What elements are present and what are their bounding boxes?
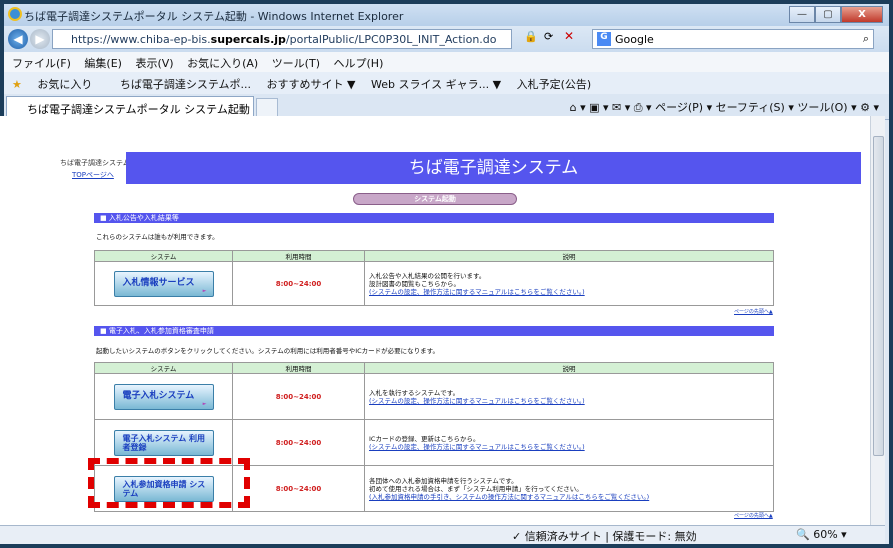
manual-link[interactable]: (システムの設定、操作方法に関するマニュアルはこちらをご覧ください。) (369, 288, 585, 296)
section-note-public: これらのシステムは誰もが利用できます。 (96, 233, 219, 241)
url-path: /portalPublic/LPC0P30L_INIT_Action.do (285, 33, 497, 46)
description-cell: 入札公告や入札結果の公開を行います。 設計図書の閲覧もこちらから。 (システムの設定… (364, 261, 774, 306)
fav-item-chiba[interactable]: ちば電子調達システムポ... (120, 78, 251, 91)
ebid-system-button[interactable]: 電子入札システム ► (113, 383, 214, 410)
new-tab-button[interactable] (256, 98, 278, 118)
page-top-link[interactable]: ページの先頭へ▲ (734, 308, 773, 315)
desc-line: 入札公告や入札結果の公開を行います。 (369, 271, 486, 280)
col-hours: 利用時間 (232, 362, 365, 374)
title-bar: ちば電子調達システムポータル システム起動 - Windows Internet… (4, 4, 889, 26)
desc-line: 初めて使用される場合は、まず「システム利用申請」を行ってください。 (369, 484, 583, 493)
menu-favorites[interactable]: お気に入り(A) (187, 57, 258, 70)
forward-button[interactable]: ▶ (30, 29, 50, 49)
command-labels: ページ(P) ▾ セーフティ(S) ▾ ツール(O) ▾ (655, 101, 857, 114)
menu-bar: ファイル(F) 編集(E) 表示(V) お気に入り(A) ツール(T) ヘルプ(… (4, 52, 889, 72)
highlight-annotation (88, 458, 250, 508)
desc-line: ICカードの登録、更新はこちらから。 (369, 434, 480, 443)
favorites-button[interactable]: ★ お気に入り (12, 78, 104, 91)
window-title: ちば電子調達システムポータル システム起動 - Windows Internet… (24, 10, 404, 23)
menu-tools[interactable]: ツール(T) (272, 57, 320, 70)
fav-item-webslice[interactable]: Web スライス ギャラ... ▼ (371, 78, 501, 91)
table-row: 電子入札システム ► 8:00~24:00 入札を執行するシステムです。 (システム… (94, 373, 774, 420)
col-description: 説明 (364, 362, 774, 374)
col-system: システム (94, 362, 233, 374)
page-title: システム起動 (353, 193, 517, 205)
search-input[interactable]: G Google ⌕ (592, 29, 874, 49)
hours-cell: 8:00~24:00 (232, 261, 365, 306)
refresh-icon[interactable]: ⟳ (544, 30, 553, 43)
manual-link[interactable]: (システムの設定、操作方法に関するマニュアルはこちらをご覧ください。) (369, 397, 585, 405)
col-system: システム (94, 250, 233, 262)
tab-current[interactable]: ちば電子調達システムポータル システム起動 (6, 96, 254, 118)
search-engine-label: Google (615, 33, 654, 46)
menu-edit[interactable]: 編集(E) (84, 57, 122, 70)
public-systems-table: システム 利用時間 説明 入札情報サービス ► 8:00~24:00 入札公告や入札結… (94, 250, 774, 306)
status-bar: ✓ 信頼済みサイト | 保護モード: 無効 🔍 60% ▾ (0, 525, 885, 544)
page-top-link-2[interactable]: ページの先頭へ▲ (734, 512, 773, 519)
url-prefix: https://www.chiba-ep-bis. (71, 33, 211, 46)
description-cell: 入札を執行するシステムです。 (システムの設定、操作方法に関するマニュアルはこちら… (364, 373, 774, 420)
favorites-label: お気に入り (37, 78, 93, 91)
site-logo: ちば電子調達システム (60, 159, 130, 167)
section-note-ebid: 起動したいシステムのボタンをクリックしてください。システムの利用には利用者番号や… (96, 347, 440, 355)
desc-line: 各団体への入札参加資格申請を行うシステムです。 (369, 476, 518, 485)
description-cell: 各団体への入札参加資格申請を行うシステムです。 初めて使用される場合は、まず「シス… (364, 465, 774, 512)
menu-view[interactable]: 表示(V) (135, 57, 173, 70)
fav-item-bid-schedule[interactable]: 入札予定(公告) (517, 78, 592, 91)
hours-cell: 8:00~24:00 (232, 419, 365, 466)
page-banner: ちば電子調達システム (126, 152, 861, 184)
desc-line: 設計図書の閲覧もこちらから。 (369, 279, 460, 288)
section-heading-ebid: ■ 電子入札、入札参加資格審査申請 (94, 326, 774, 336)
scroll-thumb[interactable] (873, 136, 884, 456)
close-button[interactable]: X (841, 6, 883, 23)
button-arrow: ► (202, 400, 207, 407)
col-hours: 利用時間 (232, 250, 365, 262)
button-label: 入札情報サービス (122, 277, 195, 288)
zoom-control[interactable]: 🔍 60% ▾ (796, 528, 847, 541)
hours-cell: 8:00~24:00 (232, 465, 365, 512)
fav-item-suggested[interactable]: おすすめサイト ▼ (267, 78, 356, 91)
menu-file[interactable]: ファイル(F) (12, 57, 71, 70)
ie-icon (8, 7, 22, 21)
google-icon: G (597, 32, 611, 46)
stop-icon[interactable]: ✕ (564, 29, 574, 43)
bid-info-service-button[interactable]: 入札情報サービス ► (113, 270, 214, 297)
tab-label: ちば電子調達システムポータル システム起動 (27, 103, 250, 116)
back-button[interactable]: ◀ (8, 29, 28, 49)
user-registration-button[interactable]: 電子入札システム 利用者登録 (113, 429, 214, 456)
window-controls: — ▢ X (789, 6, 883, 23)
minimize-button[interactable]: — (789, 6, 815, 23)
button-label: 電子入札システム 利用者登録 (122, 433, 206, 452)
table-row: 入札情報サービス ► 8:00~24:00 入札公告や入札結果の公開を行います。設… (94, 261, 774, 306)
trust-status: ✓ 信頼済みサイト | 保護モード: 無効 (512, 530, 697, 543)
menu-help[interactable]: ヘルプ(H) (334, 57, 384, 70)
col-description: 説明 (364, 250, 774, 262)
hours-cell: 8:00~24:00 (232, 373, 365, 420)
lock-icon[interactable]: 🔒 (524, 30, 538, 43)
address-bar: ◀ ▶ https://www.chiba-ep-bis.supercals.j… (4, 26, 889, 52)
url-field[interactable]: https://www.chiba-ep-bis.supercals.jp/po… (52, 29, 512, 49)
command-bar[interactable]: ⌂ ▾ ▣ ▾ ✉ ▾ ⎙ ▾ ページ(P) ▾ セーフティ(S) ▾ ツール(… (570, 99, 879, 115)
search-icon[interactable]: ⌕ (863, 32, 869, 46)
top-page-link[interactable]: TOPページへ (72, 170, 114, 180)
desc-line: 入札を執行するシステムです。 (369, 388, 460, 397)
button-label: 電子入札システム (122, 390, 195, 401)
description-cell: ICカードの登録、更新はこちらから。 (システムの設定、操作方法に関するマニュアル… (364, 419, 774, 466)
star-icon: ★ (12, 78, 22, 91)
vertical-scrollbar[interactable] (870, 116, 885, 525)
maximize-button[interactable]: ▢ (815, 6, 841, 23)
manual-link[interactable]: (入札参加資格申請の手引き、システムの操作方法に関するマニュアルはこちらをご覧く… (369, 493, 649, 501)
manual-link[interactable]: (システムの設定、操作方法に関するマニュアルはこちらをご覧ください。) (369, 443, 585, 451)
url-domain: supercals.jp (210, 33, 286, 46)
favorites-bar: ★ お気に入り ちば電子調達システムポ... おすすめサイト ▼ Web スライ… (4, 72, 889, 94)
button-arrow: ► (202, 287, 207, 294)
section-heading-public: ■ 入札公告や入札結果等 (94, 213, 774, 223)
